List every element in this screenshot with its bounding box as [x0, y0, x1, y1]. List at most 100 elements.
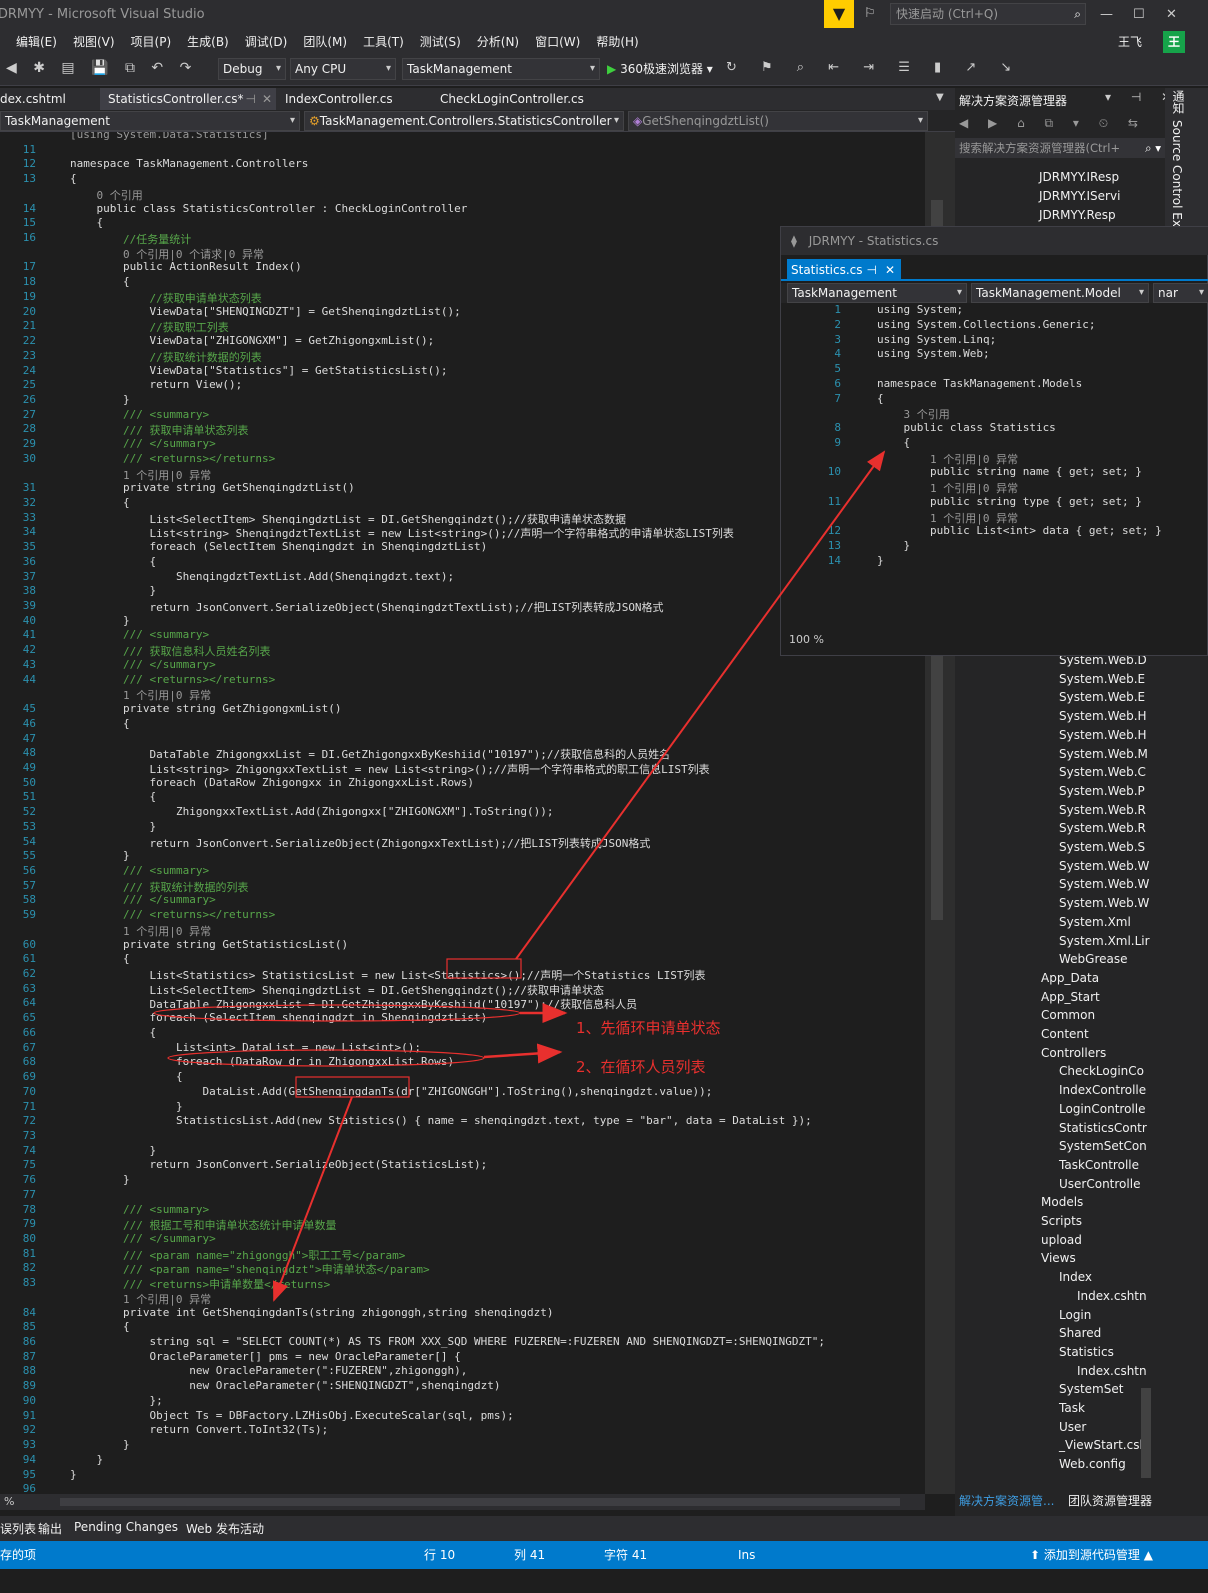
code-line[interactable]: /// 获取申请单状态列表: [70, 422, 249, 438]
reference-item[interactable]: JDRMYY.IServi: [1039, 189, 1120, 203]
pin-icon[interactable]: ⊣: [246, 88, 256, 110]
code-line[interactable]: //获取统计数据的列表: [70, 349, 261, 365]
solution-explorer-tab[interactable]: 解决方案资源管...: [959, 1492, 1054, 1509]
solution-tree-item[interactable]: Scripts: [1041, 1214, 1082, 1228]
solution-tree-item[interactable]: System.Web.W: [1059, 859, 1149, 873]
tab-statistics-controller[interactable]: StatisticsController.cs* ⊣ ✕: [100, 88, 276, 110]
solution-tree-item[interactable]: Common: [1041, 1008, 1095, 1022]
code-line[interactable]: }: [70, 1100, 183, 1113]
close-icon[interactable]: ✕: [885, 259, 895, 281]
tab-statistics-cs[interactable]: Statistics.cs ⊣ ✕: [787, 259, 901, 281]
nav-project-select[interactable]: TaskManagement: [0, 111, 300, 131]
code-line[interactable]: List<string> ShenqingdztTextList = new L…: [70, 525, 733, 541]
quick-launch-input[interactable]: 快速启动 (Ctrl+Q) ⌕: [890, 3, 1086, 25]
code-line[interactable]: List<SelectItem> ShenqingdztList = DI.Ge…: [70, 511, 626, 527]
menu-item[interactable]: 生成(B): [187, 30, 229, 54]
menu-item[interactable]: 测试(S): [420, 30, 461, 54]
solution-tree-item[interactable]: Models: [1041, 1195, 1083, 1209]
project-select[interactable]: TaskManagement: [402, 58, 600, 80]
code-line[interactable]: {: [70, 216, 103, 229]
code-line[interactable]: }: [70, 1173, 130, 1186]
code-line[interactable]: 1 个引用|0 异常: [70, 687, 211, 703]
code-line[interactable]: /// <summary>: [70, 408, 209, 421]
solution-tree-item[interactable]: Index: [1059, 1270, 1092, 1284]
bottom-tab[interactable]: Web 发布活动: [186, 1520, 264, 1537]
solution-tree-item[interactable]: upload: [1041, 1233, 1082, 1247]
close-button[interactable]: ✕: [1166, 0, 1177, 30]
code-line[interactable]: ShenqingdztTextList.Add(Shenqingdzt.text…: [70, 570, 454, 583]
solution-tree-item[interactable]: System.Web.W: [1059, 896, 1149, 910]
code-line[interactable]: /// </summary>: [70, 893, 216, 906]
menu-item[interactable]: 团队(M): [303, 30, 347, 54]
solution-tree-item[interactable]: Task: [1059, 1401, 1085, 1415]
code-line[interactable]: return Convert.ToInt32(Ts);: [70, 1423, 328, 1436]
bottom-tab[interactable]: 输出: [38, 1520, 62, 1537]
float-code-line[interactable]: public class Statistics: [877, 421, 1055, 434]
float-code-line[interactable]: using System.Collections.Generic;: [877, 318, 1096, 331]
solution-tree-item[interactable]: Controllers: [1041, 1046, 1106, 1060]
tab-index-controller[interactable]: IndexController.cs: [277, 88, 401, 110]
solution-tree-item[interactable]: System.Xml.Lir: [1059, 934, 1150, 948]
code-line[interactable]: new OracleParameter(":SHENQINGDZT",shenq…: [70, 1379, 500, 1392]
config-select[interactable]: Debug: [218, 58, 286, 80]
bottom-tab[interactable]: 误列表: [0, 1520, 36, 1537]
solution-tree-item[interactable]: System.Web.S: [1059, 840, 1145, 854]
tab-checklogin-controller[interactable]: CheckLoginController.cs: [432, 88, 592, 110]
tab-overflow-icon[interactable]: ▼: [936, 92, 944, 103]
toolbar-icons-right[interactable]: ↻ ⚑ ⌕ ⇤ ⇥ ☰ ▮ ↗ ↘: [726, 60, 1021, 75]
code-line[interactable]: }: [70, 584, 156, 597]
code-line[interactable]: {: [70, 1026, 156, 1039]
code-line[interactable]: /// <returns></returns>: [70, 452, 275, 465]
hscroll-thumb[interactable]: [60, 1498, 900, 1506]
code-line[interactable]: }: [70, 820, 156, 833]
menu-item[interactable]: 视图(V): [73, 30, 115, 54]
code-line[interactable]: List<SelectItem> ShenqingdztList = DI.Ge…: [70, 982, 604, 998]
code-line[interactable]: /// <returns></returns>: [70, 908, 275, 921]
code-line[interactable]: 1 个引用|0 异常: [70, 467, 211, 483]
solution-tree-item[interactable]: SystemSet: [1059, 1382, 1123, 1396]
solution-search-input[interactable]: 搜索解决方案资源管理器(Ctrl+ ⌕ ▾: [955, 138, 1165, 158]
code-line[interactable]: public ActionResult Index(): [70, 260, 302, 273]
menu-item[interactable]: 窗口(W): [535, 30, 580, 54]
code-line[interactable]: /// <returns></returns>: [70, 673, 275, 686]
code-line[interactable]: /// </summary>: [70, 658, 216, 671]
menu-item[interactable]: 编辑(E): [16, 30, 57, 54]
float-code-line[interactable]: public string type { get; set; }: [877, 495, 1142, 508]
code-line[interactable]: /// 获取信息科人员姓名列表: [70, 643, 271, 659]
code-line[interactable]: DataTable ZhigongxxList = DI.GetZhigongx…: [70, 746, 670, 762]
code-line[interactable]: 1 个引用|0 异常: [70, 923, 211, 939]
pin-icon[interactable]: ⊣: [867, 259, 877, 281]
solution-tree-item[interactable]: System.Web.H: [1059, 709, 1147, 723]
tab-index-cshtml[interactable]: dex.cshtml: [0, 88, 74, 110]
code-line[interactable]: //任务量统计: [70, 231, 191, 247]
code-line[interactable]: {: [70, 496, 130, 509]
code-line[interactable]: }: [70, 849, 130, 862]
minimize-button[interactable]: —: [1100, 0, 1113, 30]
float-code-line[interactable]: }: [877, 554, 884, 567]
solution-tree-item[interactable]: SystemSetCon: [1059, 1139, 1147, 1153]
solution-tree-item[interactable]: StatisticsContr: [1059, 1121, 1147, 1135]
close-icon[interactable]: ✕: [262, 88, 272, 110]
code-line[interactable]: /// <param name="shenqingdzt">申请单状态</par…: [70, 1261, 430, 1277]
reference-item[interactable]: JDRMYY.Resp: [1039, 208, 1116, 222]
floating-code-window[interactable]: ⧫ JDRMYY - Statistics.cs Statistics.cs ⊣ ✕…: [780, 226, 1208, 656]
code-line[interactable]: }: [70, 1453, 103, 1466]
float-code-line[interactable]: using System.Linq;: [877, 333, 996, 346]
solution-tree-item[interactable]: Index.cshtn: [1077, 1364, 1147, 1378]
code-line[interactable]: /// </summary>: [70, 1232, 216, 1245]
code-line[interactable]: /// <param name="zhigonggh">职工工号</param>: [70, 1247, 405, 1263]
float-code-line[interactable]: using System;: [877, 303, 963, 316]
code-line[interactable]: return JsonConvert.SerializeObject(Zhigo…: [70, 835, 650, 851]
float-code-line[interactable]: {: [877, 392, 884, 405]
solution-tree-item[interactable]: Login: [1059, 1308, 1091, 1322]
code-line[interactable]: List<string> ZhigongxxTextList = new Lis…: [70, 761, 709, 777]
code-line[interactable]: /// <returns>申请单数量</returns>: [70, 1276, 330, 1292]
code-line[interactable]: new OracleParameter(":FUZEREN",zhigonggh…: [70, 1364, 467, 1377]
code-line[interactable]: DataTable ZhigongxxList = DI.GetZhigongx…: [70, 996, 637, 1012]
menu-item[interactable]: 工具(T): [363, 30, 404, 54]
code-line[interactable]: //获取职工列表: [70, 319, 228, 335]
float-nav-member[interactable]: nar: [1153, 283, 1208, 303]
float-code-line[interactable]: 1 个引用|0 异常: [877, 480, 1018, 496]
code-line[interactable]: ViewData["Statistics"] = GetStatisticsLi…: [70, 364, 447, 377]
solution-tree-item[interactable]: System.Web.M: [1059, 747, 1148, 761]
